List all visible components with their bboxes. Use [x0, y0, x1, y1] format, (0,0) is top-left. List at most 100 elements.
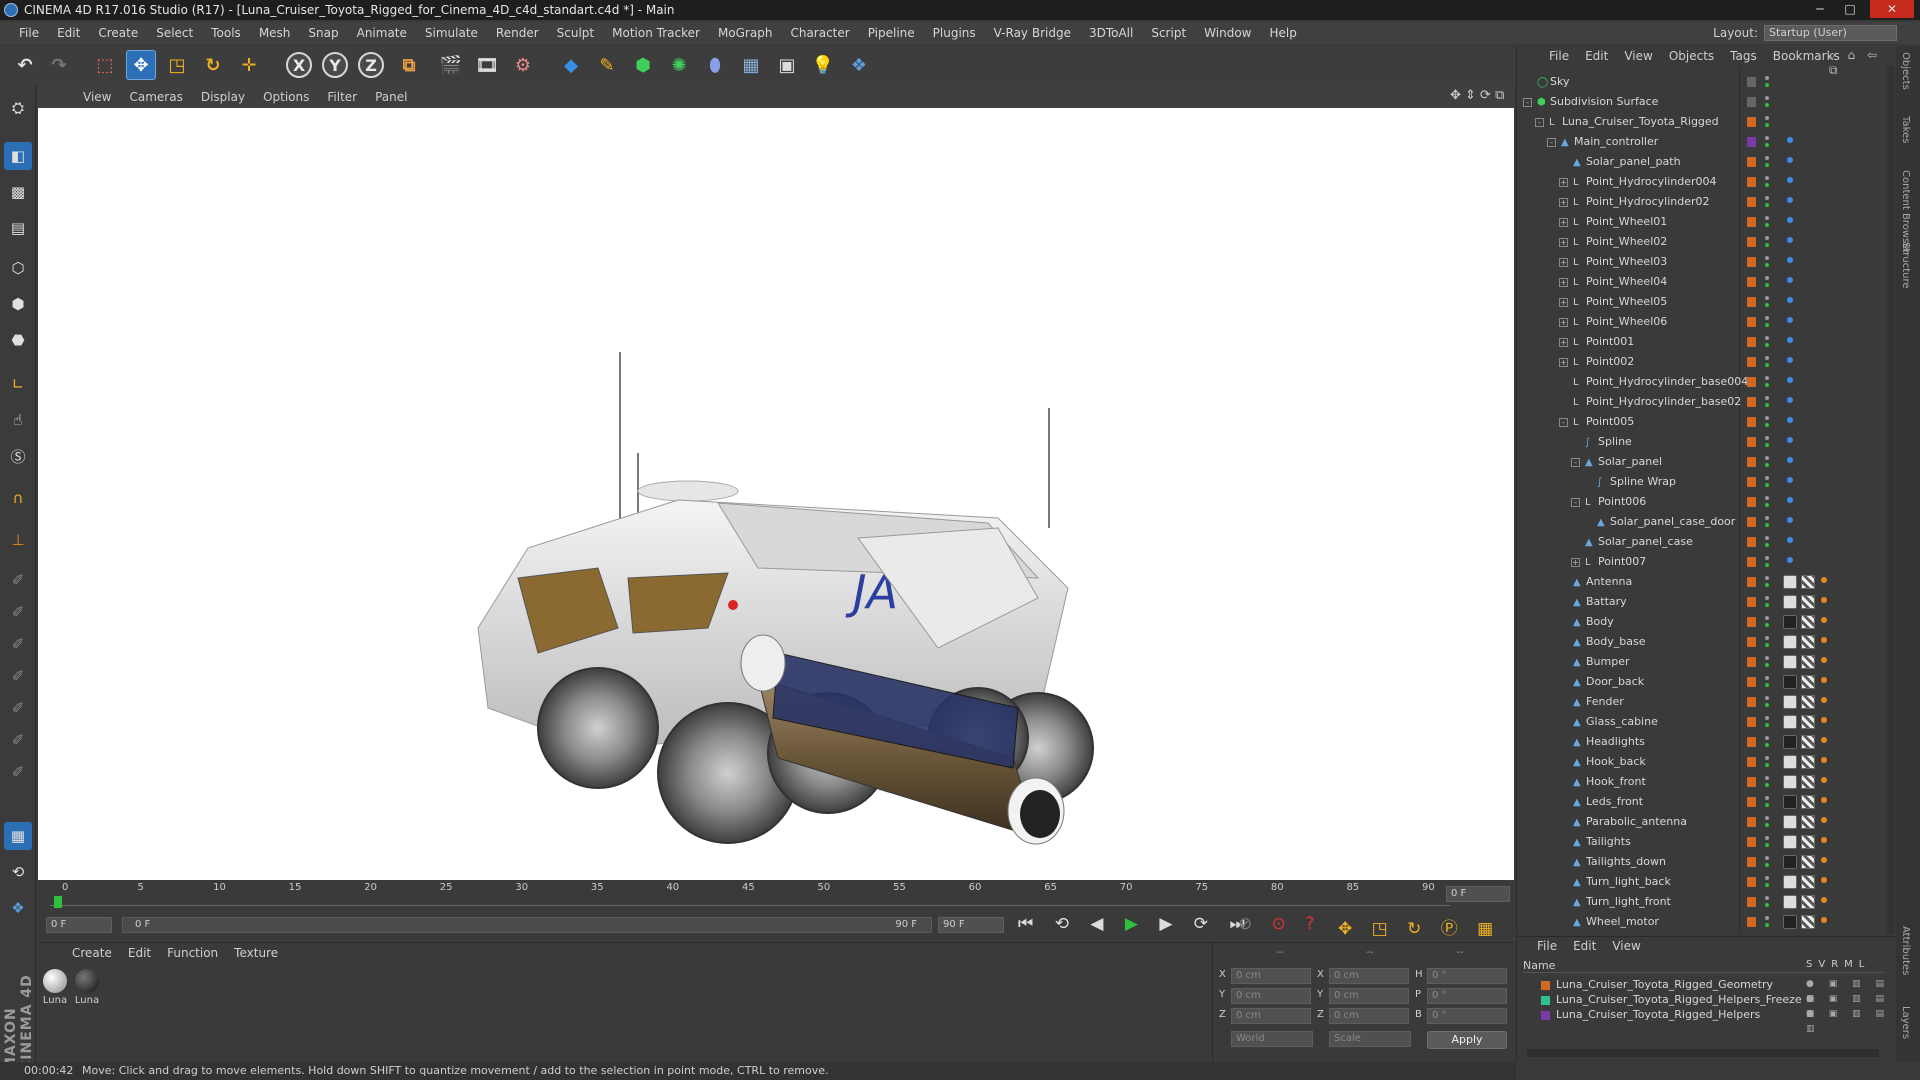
editor-visibility-icon[interactable]: [1765, 196, 1769, 200]
render-picture-viewer-icon[interactable]: 🎞: [472, 50, 502, 80]
editor-visibility-icon[interactable]: [1765, 876, 1769, 880]
object-row[interactable]: + L Point_Wheel02: [1517, 232, 1883, 252]
layer-color-icon[interactable]: [1747, 837, 1756, 847]
constraint-tag-icon[interactable]: [1821, 797, 1827, 803]
menu-item-3[interactable]: Select: [147, 26, 202, 40]
maximize-button[interactable]: □: [1836, 0, 1864, 18]
editor-visibility-icon[interactable]: [1765, 816, 1769, 820]
constraint-tag-icon[interactable]: [1787, 257, 1793, 263]
constraint-tag-icon[interactable]: [1787, 417, 1793, 423]
editor-visibility-icon[interactable]: [1765, 776, 1769, 780]
uvw-tag-icon[interactable]: [1801, 675, 1815, 689]
uvw-tag-icon[interactable]: [1801, 815, 1815, 829]
layer-color-swatch[interactable]: [1541, 980, 1550, 990]
editor-visibility-icon[interactable]: [1765, 596, 1769, 600]
constraint-tag-icon[interactable]: [1787, 297, 1793, 303]
rotate-tool-icon[interactable]: ↻: [198, 50, 228, 80]
floor-icon[interactable]: ▦: [736, 50, 766, 80]
constraint-tag-icon[interactable]: [1787, 437, 1793, 443]
keyframe-buttons[interactable]: ⊘ ⊙ ?: [1238, 914, 1321, 934]
editor-visibility-icon[interactable]: [1765, 576, 1769, 580]
render-visibility-icon[interactable]: [1765, 383, 1769, 387]
uvw-tag-icon[interactable]: [1801, 695, 1815, 709]
layer-color-icon[interactable]: [1747, 157, 1756, 167]
constraint-tag-icon[interactable]: [1821, 737, 1827, 743]
object-row[interactable]: - L Point005: [1517, 412, 1883, 432]
render-visibility-icon[interactable]: [1765, 163, 1769, 167]
constraint-tag-icon[interactable]: [1787, 337, 1793, 343]
editor-visibility-icon[interactable]: [1765, 516, 1769, 520]
viewport-menu-item-4[interactable]: Filter: [318, 90, 366, 104]
render-visibility-icon[interactable]: [1765, 123, 1769, 127]
render-visibility-icon[interactable]: [1765, 303, 1769, 307]
render-visibility-icon[interactable]: [1765, 863, 1769, 867]
subdivision-surface-icon[interactable]: ⬢: [628, 50, 658, 80]
render-visibility-icon[interactable]: [1765, 343, 1769, 347]
uvw-tag-icon[interactable]: [1801, 635, 1815, 649]
viewport-menu-item-0[interactable]: View: [74, 90, 120, 104]
uvw-tag-icon[interactable]: [1801, 655, 1815, 669]
object-manager-scrollbar[interactable]: [1887, 66, 1895, 934]
expand-toggle-icon[interactable]: +: [1559, 238, 1568, 247]
constraint-tag-icon[interactable]: [1821, 817, 1827, 823]
editor-visibility-icon[interactable]: [1765, 716, 1769, 720]
render-visibility-icon[interactable]: [1765, 543, 1769, 547]
material-tag-icon[interactable]: [1783, 715, 1797, 729]
coord-value-field[interactable]: 0 cm: [1329, 988, 1409, 1004]
menu-item-12[interactable]: MoGraph: [709, 26, 782, 40]
menu-item-18[interactable]: Script: [1142, 26, 1195, 40]
render-visibility-icon[interactable]: [1765, 243, 1769, 247]
constraint-tag-icon[interactable]: [1787, 177, 1793, 183]
object-row[interactable]: ▲ Body_base: [1517, 632, 1883, 652]
layer-menu-item-2[interactable]: View: [1612, 939, 1640, 953]
coordinate-system-dropdown[interactable]: World: [1231, 1031, 1313, 1047]
render-visibility-icon[interactable]: [1765, 483, 1769, 487]
editor-visibility-icon[interactable]: [1765, 236, 1769, 240]
points-mode-icon[interactable]: ⬡: [4, 254, 32, 282]
constraint-tag-icon[interactable]: [1821, 597, 1827, 603]
editor-visibility-icon[interactable]: [1765, 496, 1769, 500]
menu-item-9[interactable]: Render: [487, 26, 548, 40]
sculpt-brush-1-icon[interactable]: ✐: [4, 566, 32, 594]
constraint-tag-icon[interactable]: [1787, 317, 1793, 323]
editor-visibility-icon[interactable]: [1765, 456, 1769, 460]
constraint-tag-icon[interactable]: [1821, 877, 1827, 883]
editor-visibility-icon[interactable]: [1765, 416, 1769, 420]
expand-toggle-icon[interactable]: +: [1559, 278, 1568, 287]
layer-color-icon[interactable]: [1747, 657, 1756, 667]
object-row[interactable]: ▲ Solar_panel_case: [1517, 532, 1883, 552]
layer-color-icon[interactable]: [1747, 877, 1756, 887]
object-row[interactable]: ▲ Hook_back: [1517, 752, 1883, 772]
render-visibility-icon[interactable]: [1765, 623, 1769, 627]
menu-item-15[interactable]: Plugins: [924, 26, 985, 40]
menu-item-10[interactable]: Sculpt: [548, 26, 603, 40]
constraint-tag-icon[interactable]: [1787, 237, 1793, 243]
object-row[interactable]: - L Luna_Cruiser_Toyota_Rigged: [1517, 112, 1883, 132]
object-row[interactable]: ∫ Spline Wrap: [1517, 472, 1883, 492]
object-row[interactable]: ▲ Bumper: [1517, 652, 1883, 672]
python-console-icon[interactable]: ❖: [4, 894, 32, 922]
material-tag-icon[interactable]: [1783, 815, 1797, 829]
editor-visibility-icon[interactable]: [1765, 856, 1769, 860]
render-settings-icon[interactable]: ⚙: [508, 50, 538, 80]
object-row[interactable]: ▲ Antenna: [1517, 572, 1883, 592]
layout-dropdown[interactable]: Startup (User): [1764, 25, 1897, 41]
constraint-tag-icon[interactable]: [1787, 457, 1793, 463]
render-visibility-icon[interactable]: [1765, 743, 1769, 747]
layer-color-icon[interactable]: [1747, 357, 1756, 367]
cube-primitive-icon[interactable]: ◆: [556, 50, 586, 80]
object-row[interactable]: L Point_Hydrocylinder_base004: [1517, 372, 1883, 392]
timeline-ruler[interactable]: 0 5 10 15 20 25 30 35 40 45 50 55 60 65 70 75 80 85 90 0 F: [38, 880, 1514, 910]
layer-color-icon[interactable]: [1747, 137, 1756, 147]
light-icon[interactable]: 💡: [808, 50, 838, 80]
constraint-tag-icon[interactable]: [1821, 697, 1827, 703]
end-frame-field[interactable]: 90 F: [938, 917, 1004, 933]
constraint-tag-icon[interactable]: [1821, 837, 1827, 843]
constraint-tag-icon[interactable]: [1787, 377, 1793, 383]
coord-value-field[interactable]: 0 °: [1427, 988, 1507, 1004]
uvw-tag-icon[interactable]: [1801, 755, 1815, 769]
constraint-tag-icon[interactable]: [1821, 757, 1827, 763]
layer-color-icon[interactable]: [1747, 337, 1756, 347]
menu-item-13[interactable]: Character: [781, 26, 858, 40]
spline-pen-icon[interactable]: ✎: [592, 50, 622, 80]
